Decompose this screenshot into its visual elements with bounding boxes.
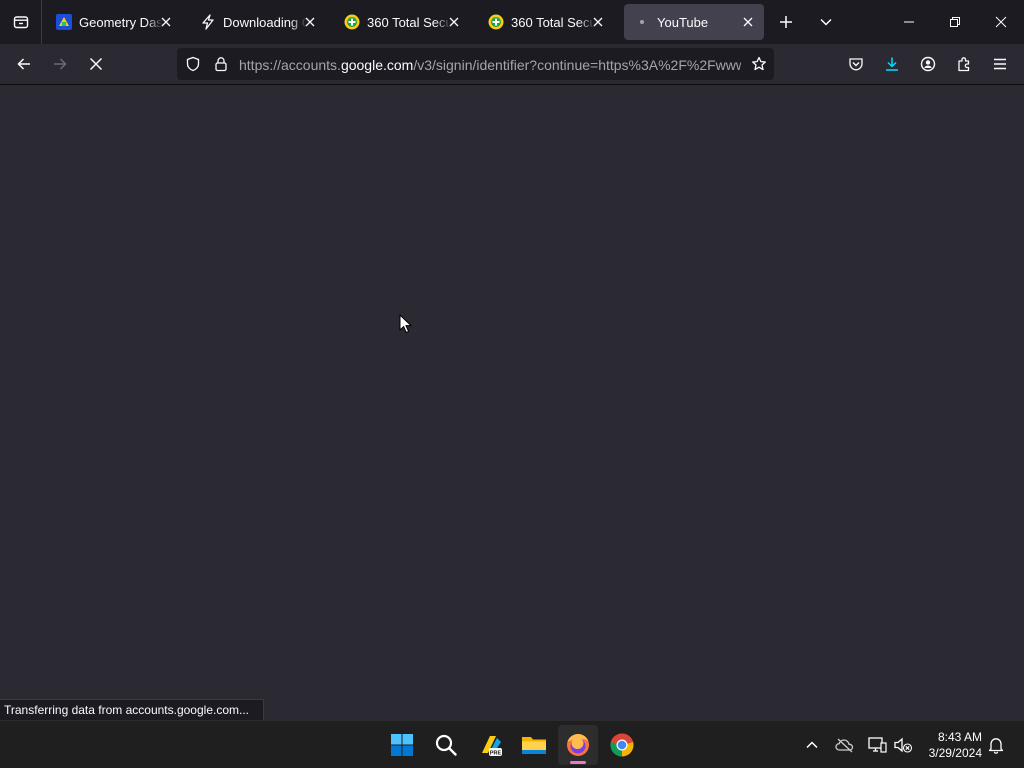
restore-icon bbox=[950, 17, 960, 27]
app-pre-button[interactable]: PRE bbox=[470, 725, 510, 765]
chrome-taskbar-button[interactable] bbox=[602, 725, 642, 765]
geometry-dash-icon bbox=[56, 14, 72, 30]
clock-time: 8:43 AM bbox=[937, 730, 982, 744]
close-tab-icon[interactable] bbox=[740, 14, 756, 30]
url-host: google.com bbox=[340, 57, 414, 73]
windows-start-icon bbox=[391, 734, 413, 756]
active-indicator bbox=[570, 761, 586, 764]
tab-bar: Geometry Dash Downloading Gr 360 Total S… bbox=[0, 0, 1024, 44]
network-tray-button[interactable] bbox=[863, 731, 891, 759]
tab-title: 360 Total Securit bbox=[367, 14, 451, 30]
close-tab-icon[interactable] bbox=[446, 14, 462, 30]
puzzle-icon bbox=[958, 57, 970, 72]
minimize-icon bbox=[904, 21, 914, 23]
svg-text:PRE: PRE bbox=[490, 751, 502, 757]
download-icon bbox=[886, 57, 898, 71]
volume-tray-button[interactable] bbox=[889, 731, 917, 759]
search-button[interactable] bbox=[426, 725, 466, 765]
mouse-cursor-icon bbox=[399, 314, 413, 334]
url-prefix: https://accounts. bbox=[239, 57, 341, 73]
url-path: /v3/signin/identifier?continue=https%3A%… bbox=[413, 57, 741, 73]
account-button[interactable] bbox=[912, 48, 944, 80]
stop-icon bbox=[89, 57, 103, 71]
file-explorer-button[interactable] bbox=[514, 725, 554, 765]
back-arrow-icon bbox=[17, 58, 30, 70]
file-explorer-icon bbox=[522, 737, 546, 754]
pocket-icon bbox=[849, 58, 863, 71]
navigation-toolbar: https://accounts.google.com/v3/signin/id… bbox=[0, 44, 1024, 85]
clock-date: 3/29/2024 bbox=[928, 746, 982, 760]
url-bar[interactable]: https://accounts.google.com/v3/signin/id… bbox=[177, 48, 774, 80]
hamburger-menu-icon bbox=[994, 58, 1006, 70]
forward-button bbox=[44, 48, 76, 80]
speaker-muted-icon bbox=[894, 737, 913, 753]
bell-icon bbox=[988, 738, 1004, 754]
back-button[interactable] bbox=[8, 48, 40, 80]
app-pre-icon: PRE bbox=[482, 736, 502, 757]
tab-downloading[interactable]: Downloading Gr bbox=[190, 4, 326, 40]
pocket-button[interactable] bbox=[840, 48, 872, 80]
forward-arrow-icon bbox=[54, 58, 67, 70]
firefox-icon bbox=[567, 734, 589, 756]
360-security-icon bbox=[344, 14, 360, 30]
firefox-taskbar-button[interactable] bbox=[558, 725, 598, 765]
stop-button[interactable] bbox=[80, 48, 112, 80]
chevron-up-icon bbox=[806, 741, 818, 749]
list-all-tabs-button[interactable] bbox=[810, 0, 842, 44]
tab-360-security-2[interactable]: 360 Total Securit bbox=[478, 4, 614, 40]
status-panel: Transferring data from accounts.google.c… bbox=[0, 699, 265, 721]
taskbar: PRE 8:43 AM 3/29/2024 bbox=[0, 720, 1024, 768]
tab-title: Geometry Dash bbox=[79, 14, 163, 30]
360-security-icon bbox=[488, 14, 504, 30]
chevron-down-icon bbox=[820, 18, 832, 26]
new-tab-button[interactable] bbox=[770, 0, 802, 44]
onedrive-offline-icon bbox=[835, 738, 854, 753]
plus-icon bbox=[780, 16, 792, 28]
tab-geometry-dash[interactable]: Geometry Dash bbox=[46, 4, 182, 40]
bookmark-star-icon[interactable] bbox=[751, 56, 767, 72]
tab-title: 360 Total Securit bbox=[511, 14, 595, 30]
start-button[interactable] bbox=[382, 725, 422, 765]
search-icon bbox=[435, 734, 457, 756]
firefox-view-icon bbox=[13, 16, 28, 29]
close-icon bbox=[995, 16, 1007, 28]
page-content[interactable] bbox=[0, 85, 1024, 720]
restore-button[interactable] bbox=[932, 0, 978, 44]
network-icon bbox=[868, 737, 887, 753]
close-tab-icon[interactable] bbox=[590, 14, 606, 30]
shield-icon[interactable] bbox=[185, 56, 201, 72]
downloads-button[interactable] bbox=[876, 48, 908, 80]
clock[interactable]: 8:43 AM 3/29/2024 bbox=[920, 729, 982, 761]
onedrive-tray-button[interactable] bbox=[831, 731, 859, 759]
bolt-icon bbox=[200, 14, 216, 30]
extensions-button[interactable] bbox=[948, 48, 980, 80]
tab-title: Downloading Gr bbox=[223, 14, 307, 30]
show-hidden-icons-button[interactable] bbox=[798, 731, 826, 759]
tab-360-security-1[interactable]: 360 Total Securit bbox=[334, 4, 470, 40]
tab-youtube[interactable]: YouTube bbox=[624, 4, 764, 40]
firefox-view-button[interactable] bbox=[0, 0, 42, 44]
close-window-button[interactable] bbox=[978, 0, 1024, 44]
close-tab-icon[interactable] bbox=[302, 14, 318, 30]
close-tab-icon[interactable] bbox=[158, 14, 174, 30]
minimize-button[interactable] bbox=[886, 0, 932, 44]
menu-button[interactable] bbox=[984, 48, 1016, 80]
loading-dot-icon bbox=[634, 14, 650, 30]
account-icon bbox=[920, 56, 936, 72]
tab-title: YouTube bbox=[657, 14, 709, 30]
notifications-button[interactable] bbox=[982, 731, 1010, 759]
chrome-icon bbox=[610, 733, 634, 757]
lock-icon[interactable] bbox=[213, 56, 229, 72]
url-text[interactable]: https://accounts.google.com/v3/signin/id… bbox=[239, 56, 741, 74]
